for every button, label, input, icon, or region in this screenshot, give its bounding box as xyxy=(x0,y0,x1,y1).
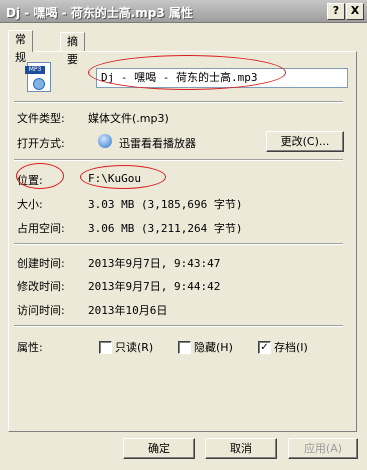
separator xyxy=(14,159,343,161)
file-name-input[interactable]: Dj - 嘿喝 - 荷东的士高.mp3 xyxy=(96,68,348,88)
created-value: 2013年9月7日, 9:43:47 xyxy=(88,257,221,270)
attributes-label: 属性: xyxy=(17,341,43,354)
disk-size-value: 3.06 MB (3,211,264 字节) xyxy=(88,222,243,235)
modified-label: 修改时间: xyxy=(17,280,65,293)
location-value: F:\KuGou xyxy=(88,172,141,185)
title-bar: Dj - 嘿喝 - 荷东的士高.mp3 属性 ? X xyxy=(0,0,367,23)
created-label: 创建时间: xyxy=(17,257,65,270)
accessed-value: 2013年10月6日 xyxy=(88,304,168,317)
properties-panel xyxy=(8,51,357,432)
apply-button[interactable]: 应用(A) xyxy=(288,438,358,459)
separator xyxy=(14,101,343,103)
mp3-file-icon: MP3 xyxy=(25,62,51,92)
separator xyxy=(14,325,343,327)
player-icon xyxy=(98,134,112,148)
size-label: 大小: xyxy=(17,198,43,211)
hidden-label: 隐藏(H) xyxy=(194,341,233,354)
archive-label: 存档(I) xyxy=(274,341,308,354)
separator xyxy=(14,243,343,245)
disk-size-label: 占用空间: xyxy=(17,222,65,235)
open-with-label: 打开方式: xyxy=(17,137,65,150)
accessed-label: 访问时间: xyxy=(17,304,65,317)
file-type-label: 文件类型: xyxy=(17,112,65,125)
size-value: 3.03 MB (3,185,696 字节) xyxy=(88,198,243,211)
hidden-checkbox[interactable] xyxy=(178,341,191,354)
file-type-value: 媒体文件(.mp3) xyxy=(88,112,169,125)
readonly-checkbox[interactable] xyxy=(99,341,112,354)
archive-checkbox[interactable]: ✓ xyxy=(258,341,271,354)
close-button[interactable]: X xyxy=(346,3,364,20)
tab-summary[interactable]: 摘要 xyxy=(60,32,85,66)
modified-value: 2013年9月7日, 9:44:42 xyxy=(88,280,221,293)
open-with-value: 迅雷看看播放器 xyxy=(119,137,196,150)
checkmark-icon: ✓ xyxy=(260,342,269,353)
location-label: 位置: xyxy=(17,174,43,187)
window-title: Dj - 嘿喝 - 荷东的士高.mp3 属性 xyxy=(6,6,193,20)
ok-button[interactable]: 确定 xyxy=(123,438,195,459)
readonly-label: 只读(R) xyxy=(115,341,154,354)
tab-general[interactable]: 常规 xyxy=(8,30,33,64)
help-button[interactable]: ? xyxy=(327,3,345,20)
change-button[interactable]: 更改(C)... xyxy=(266,131,344,152)
cancel-button[interactable]: 取消 xyxy=(205,438,277,459)
